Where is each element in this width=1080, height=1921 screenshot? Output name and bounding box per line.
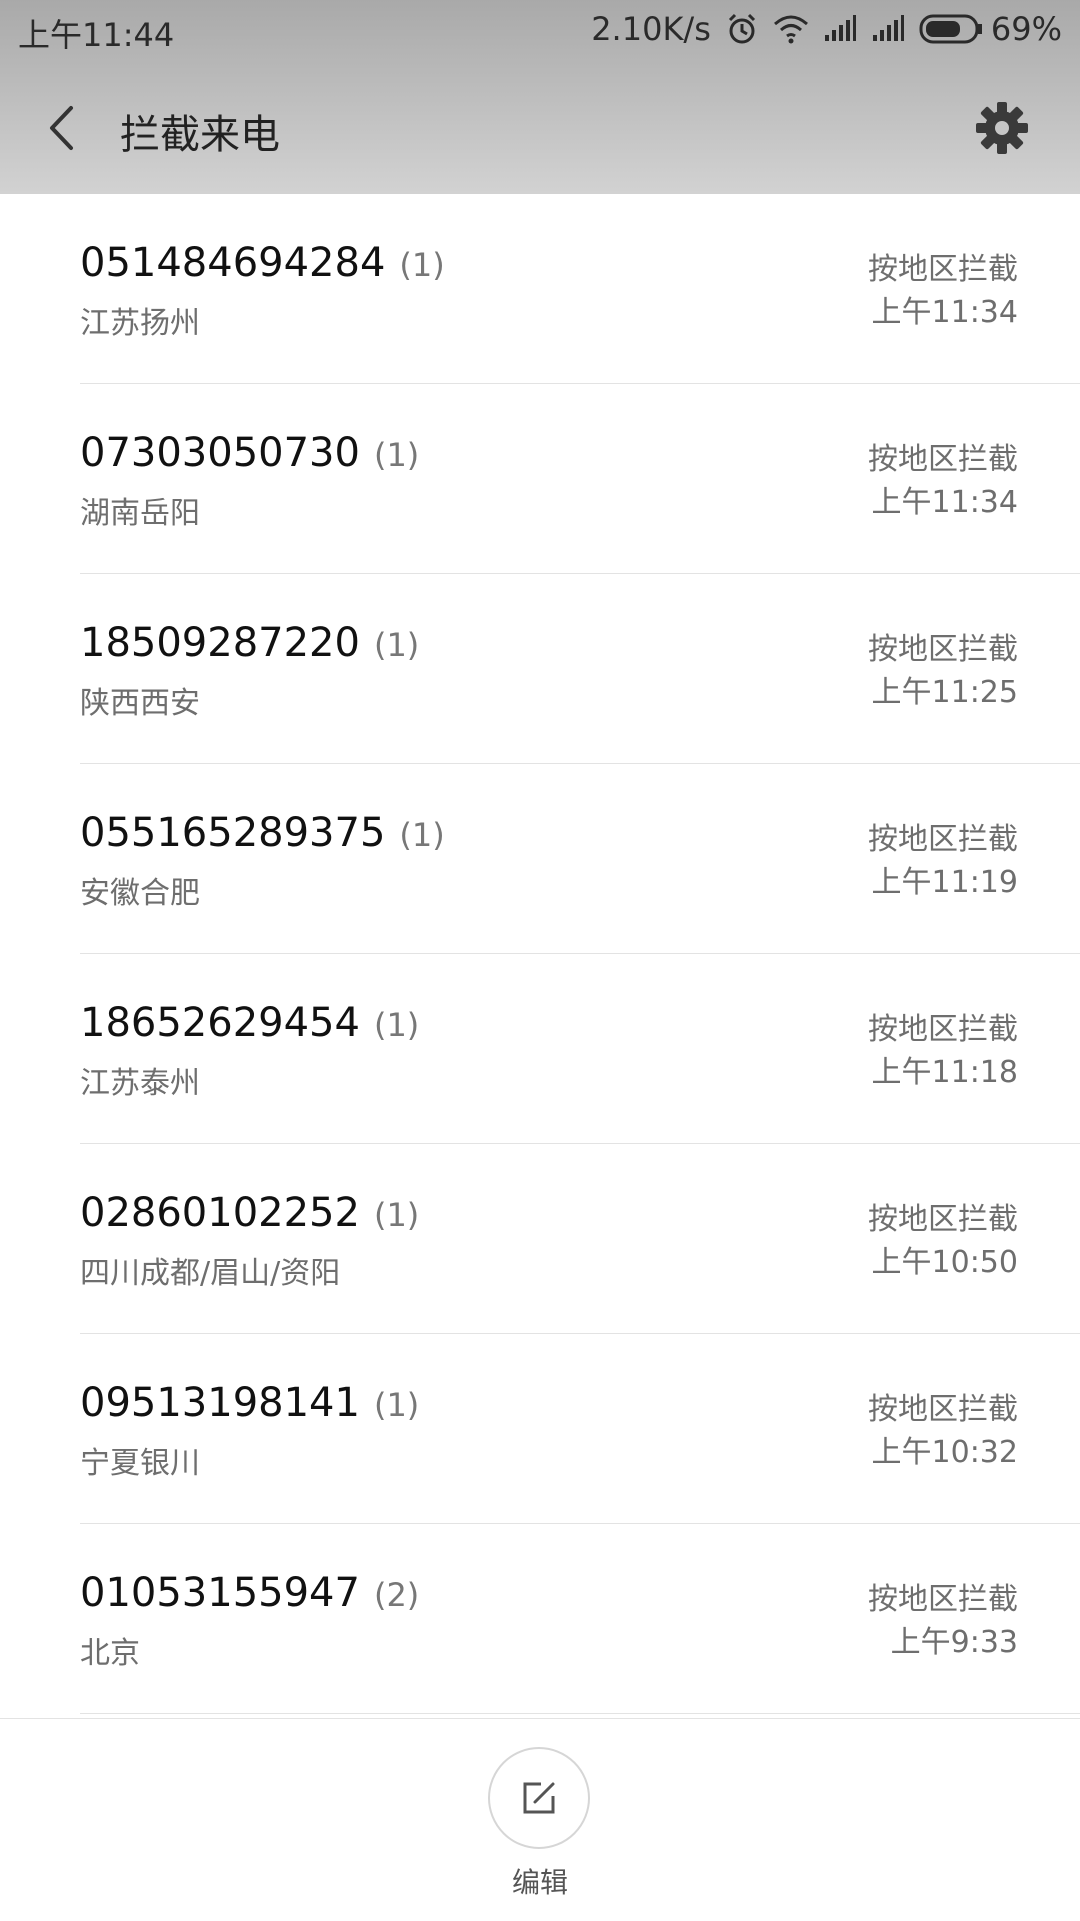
block-reason: 按地区拦截: [868, 1392, 1018, 1427]
block-reason: 按地区拦截: [868, 1012, 1018, 1047]
phone-number: 02860102252: [80, 1190, 360, 1236]
call-number: 09513198141 (1): [80, 1380, 419, 1426]
phone-number: 18509287220: [80, 620, 360, 666]
phone-number: 055165289375: [80, 810, 386, 856]
block-reason: 按地区拦截: [868, 442, 1018, 477]
call-row[interactable]: 01053155947 (2) 北京 按地区拦截 上午9:33: [80, 1524, 1080, 1714]
call-location: 安徽合肥: [80, 876, 200, 911]
wifi-icon: [773, 14, 809, 44]
call-row[interactable]: 07303050730 (1) 湖南岳阳 按地区拦截 上午11:34: [80, 384, 1080, 574]
call-number: 055165289375 (1): [80, 810, 445, 856]
phone-number: 01053155947: [80, 1570, 360, 1616]
phone-number: 18652629454: [80, 1000, 360, 1046]
status-indicators: 2.10K/s 69%: [591, 10, 1062, 48]
battery-percent: 69%: [990, 10, 1062, 48]
call-time: 上午11:34: [871, 295, 1018, 330]
block-reason: 按地区拦截: [868, 1202, 1018, 1237]
call-number: 07303050730 (1): [80, 430, 419, 476]
call-count: (1): [373, 1006, 420, 1044]
call-location: 宁夏银川: [80, 1446, 200, 1481]
call-time: 上午10:50: [871, 1245, 1018, 1280]
call-count: (1): [399, 816, 445, 854]
call-row[interactable]: 051484694284 (1) 江苏扬州 按地区拦截 上午11:34: [80, 194, 1080, 384]
back-button[interactable]: [36, 98, 86, 158]
call-number: 01053155947 (2): [80, 1570, 419, 1616]
block-reason: 按地区拦截: [868, 252, 1018, 287]
settings-button[interactable]: [974, 100, 1030, 156]
call-location: 四川成都/眉山/资阳: [80, 1256, 341, 1291]
phone-number: 07303050730: [80, 430, 360, 476]
call-number: 051484694284 (1): [80, 240, 445, 286]
call-number: 18509287220 (1): [80, 620, 419, 666]
block-reason: 按地区拦截: [868, 1582, 1018, 1617]
phone-number: 09513198141: [80, 1380, 360, 1426]
call-location: 陕西西安: [80, 686, 200, 721]
call-location: 湖南岳阳: [80, 496, 200, 531]
call-location: 北京: [80, 1636, 140, 1671]
call-count: (1): [373, 1386, 420, 1424]
call-time: 上午11:25: [871, 675, 1018, 710]
title-bar: 拦截来电: [0, 62, 1080, 194]
block-reason: 按地区拦截: [868, 632, 1018, 667]
block-reason: 按地区拦截: [868, 822, 1018, 857]
call-count: (1): [373, 1196, 420, 1234]
call-location: 江苏泰州: [80, 1066, 200, 1101]
blocked-calls-list: 051484694284 (1) 江苏扬州 按地区拦截 上午11:34 0730…: [0, 194, 1080, 1714]
call-location: 江苏扬州: [80, 306, 200, 341]
back-chevron-icon: [50, 106, 73, 150]
battery-icon: [919, 14, 982, 44]
call-count: (1): [399, 246, 445, 284]
header-background: 上午11:44 2.10K/s 69% 拦截来电: [0, 0, 1080, 194]
call-number: 02860102252 (1): [80, 1190, 419, 1236]
call-count: (1): [373, 626, 420, 664]
call-row[interactable]: 18652629454 (1) 江苏泰州 按地区拦截 上午11:18: [80, 954, 1080, 1144]
call-count: (2): [373, 1576, 420, 1614]
network-speed: 2.10K/s: [591, 10, 711, 48]
gear-icon: [976, 102, 1028, 154]
edit-icon: [523, 1782, 555, 1814]
call-time: 上午11:18: [871, 1055, 1018, 1090]
status-time: 上午11:44: [18, 16, 175, 54]
call-time: 上午11:34: [871, 485, 1018, 520]
alarm-icon: [725, 12, 759, 46]
call-row[interactable]: 18509287220 (1) 陕西西安 按地区拦截 上午11:25: [80, 574, 1080, 764]
call-row[interactable]: 09513198141 (1) 宁夏银川 按地区拦截 上午10:32: [80, 1334, 1080, 1524]
call-number: 18652629454 (1): [80, 1000, 419, 1046]
call-time: 上午10:32: [871, 1435, 1018, 1470]
battery-indicator: 69%: [919, 10, 1062, 48]
phone-number: 051484694284: [80, 240, 386, 286]
call-time: 上午9:33: [890, 1625, 1018, 1660]
edit-button[interactable]: [488, 1747, 590, 1849]
edit-label[interactable]: 编辑: [0, 1861, 1080, 1901]
bottom-toolbar: 编辑: [0, 1718, 1080, 1921]
signal-icon: [823, 15, 857, 43]
page-title: 拦截来电: [120, 112, 280, 158]
signal-icon-2: [871, 15, 905, 43]
status-bar: 上午11:44 2.10K/s 69%: [0, 0, 1080, 62]
call-row[interactable]: 02860102252 (1) 四川成都/眉山/资阳 按地区拦截 上午10:50: [80, 1144, 1080, 1334]
call-count: (1): [373, 436, 420, 474]
call-row[interactable]: 055165289375 (1) 安徽合肥 按地区拦截 上午11:19: [80, 764, 1080, 954]
call-time: 上午11:19: [871, 865, 1018, 900]
